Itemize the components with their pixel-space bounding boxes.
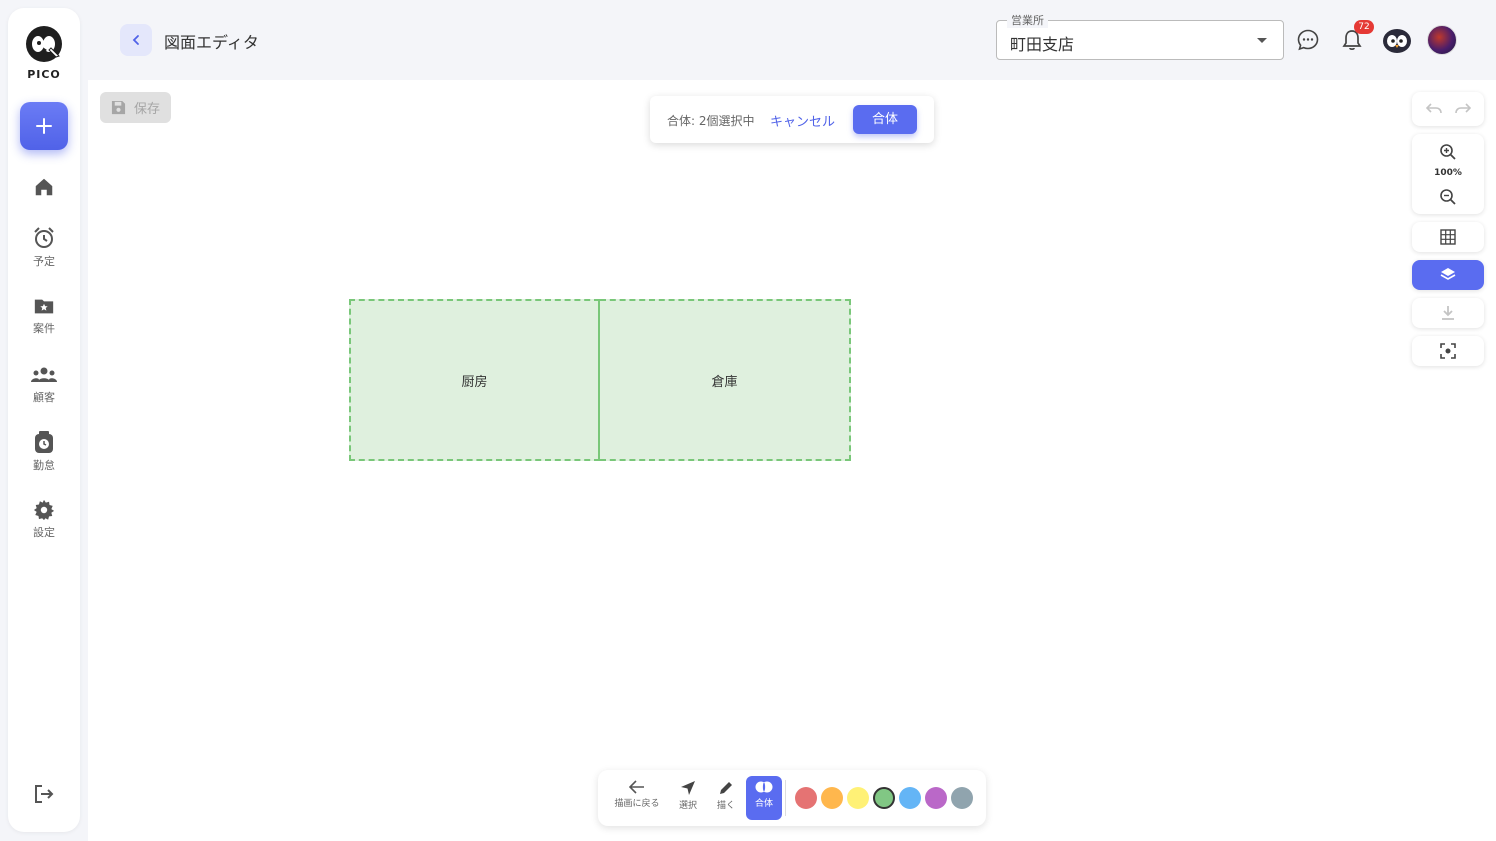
sidebar-item-label: 顧客 [33, 391, 55, 404]
back-button[interactable] [120, 24, 152, 56]
floppy-disk-icon [111, 100, 126, 115]
branch-select-label: 営業所 [1007, 12, 1048, 28]
chevron-left-icon [132, 35, 139, 45]
bottom-toolbar: 描画に戻る 選択 描く 合体 [598, 770, 986, 826]
sidebar-item-schedule[interactable]: 予定 [8, 226, 80, 269]
room-storage[interactable]: 倉庫 [600, 299, 851, 461]
sidebar-item-label: 予定 [33, 255, 55, 268]
sidebar-item-customers[interactable]: 顧客 [8, 364, 80, 405]
merge-cancel-button[interactable]: キャンセル [770, 111, 835, 130]
grid-toggle-button[interactable] [1412, 222, 1484, 252]
select-tool-button[interactable]: 選択 [672, 776, 704, 820]
color-swatch-gray[interactable] [951, 787, 973, 809]
sidebar: PICO 予定 案件 顧客 勤怠 設定 [8, 8, 80, 832]
save-button[interactable]: 保存 [100, 92, 171, 123]
tool-label: 描画に戻る [614, 799, 660, 809]
room-kitchen[interactable]: 厨房 [349, 299, 600, 461]
sidebar-item-attendance[interactable]: 勤怠 [8, 430, 80, 473]
plus-icon [36, 118, 52, 134]
color-swatch-green[interactable] [873, 787, 895, 809]
history-controls [1412, 92, 1484, 126]
sidebar-item-label: 設定 [33, 526, 55, 539]
save-button-label: 保存 [133, 102, 160, 117]
group-icon [31, 367, 57, 382]
branch-select[interactable]: 営業所 町田支店 [996, 12, 1284, 60]
color-swatch-yellow[interactable] [847, 787, 869, 809]
merge-circles-icon [755, 781, 773, 793]
sidebar-item-settings[interactable]: 設定 [8, 499, 80, 540]
layers-icon [1440, 268, 1456, 280]
undo-icon[interactable] [1426, 102, 1442, 116]
back-to-draw-button[interactable]: 描画に戻る [610, 776, 664, 820]
page-title: 図面エディタ [164, 33, 259, 52]
arrow-left-icon [629, 780, 644, 794]
grid-icon [1440, 229, 1456, 245]
zoom-level: 100% [1434, 168, 1462, 178]
add-button[interactable] [20, 102, 68, 150]
layers-button[interactable] [1412, 260, 1484, 290]
sidebar-item-projects[interactable]: 案件 [8, 295, 80, 336]
sidebar-item-label: 案件 [33, 322, 55, 335]
header: 図面エディタ 営業所 町田支店 72 [88, 0, 1496, 80]
room-label: 倉庫 [711, 374, 738, 390]
fit-view-button[interactable] [1412, 336, 1484, 366]
color-swatch-blue[interactable] [899, 787, 921, 809]
sidebar-item-label: 勤怠 [33, 459, 55, 472]
merge-status: 合体: 2個選択中 [667, 114, 755, 128]
pencil-icon [720, 782, 732, 794]
penguin-logo-icon [26, 26, 62, 62]
logout-button[interactable] [32, 782, 56, 806]
chat-bubble-icon[interactable] [1296, 28, 1320, 52]
caret-down-icon [1257, 38, 1267, 43]
merge-toolbar: 合体: 2個選択中 キャンセル 合体 [650, 96, 934, 143]
sidebar-item-home[interactable] [8, 176, 80, 198]
room-label: 厨房 [461, 374, 488, 390]
penguin-avatar-icon[interactable] [1381, 24, 1413, 56]
user-avatar[interactable] [1427, 25, 1457, 55]
color-swatch-red[interactable] [795, 787, 817, 809]
notification-badge: 72 [1354, 20, 1374, 34]
zoom-controls: 100% [1412, 134, 1484, 214]
tool-label: 選択 [678, 801, 697, 811]
toolbar-divider [785, 780, 786, 816]
timer-bag-icon [35, 431, 53, 453]
download-button[interactable] [1412, 298, 1484, 328]
tool-label: 描く [716, 801, 735, 811]
folder-star-icon [34, 299, 54, 314]
pico-logo[interactable]: PICO [22, 24, 66, 94]
alarm-clock-icon [34, 227, 54, 248]
home-icon [35, 178, 53, 196]
tool-label: 合体 [754, 799, 773, 809]
zoom-in-icon[interactable] [1439, 143, 1457, 161]
navigation-arrow-icon [681, 781, 695, 795]
logo-text: PICO [27, 68, 61, 81]
download-icon [1442, 306, 1454, 320]
redo-icon[interactable] [1455, 102, 1471, 116]
color-swatch-purple[interactable] [925, 787, 947, 809]
draw-tool-button[interactable]: 描く [710, 776, 742, 820]
focus-center-icon [1440, 343, 1456, 359]
gear-icon [33, 499, 55, 521]
logout-icon [35, 785, 54, 803]
branch-select-value: 町田支店 [1010, 35, 1075, 54]
merge-tool-button[interactable]: 合体 [746, 776, 782, 820]
merge-confirm-button[interactable]: 合体 [853, 105, 917, 134]
color-swatch-orange[interactable] [821, 787, 843, 809]
zoom-out-icon[interactable] [1439, 188, 1457, 206]
